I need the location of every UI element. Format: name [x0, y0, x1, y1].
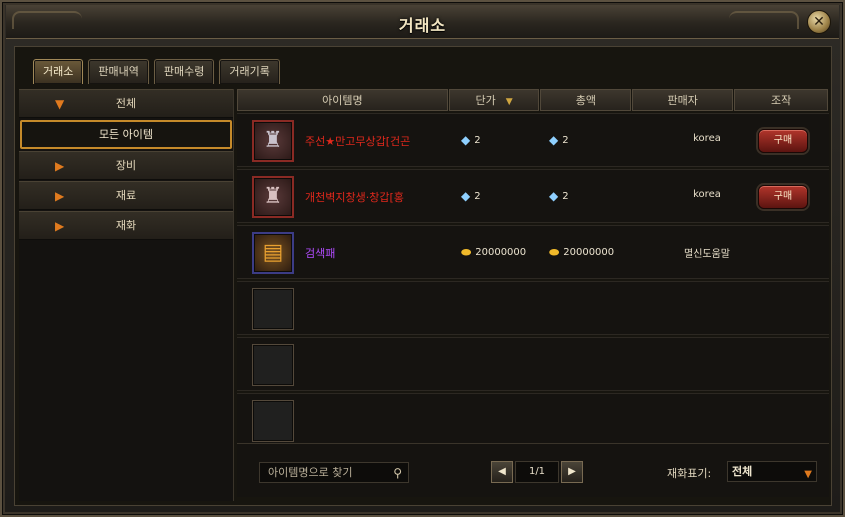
item-slot[interactable]: ▤	[252, 232, 294, 274]
item-slot[interactable]: ♜	[252, 120, 294, 162]
total-price: ◆ 2	[549, 133, 569, 147]
column-header-seller[interactable]: 판매자	[632, 89, 734, 111]
sidebar-item-label: 장비	[115, 159, 137, 172]
chevron-down-icon: ▼	[55, 97, 65, 111]
table-row-empty	[237, 281, 829, 335]
seller-name: korea	[693, 189, 721, 200]
unit-price-value: 2	[474, 134, 481, 146]
diamond-icon: ◆	[549, 189, 559, 203]
search-icon[interactable]: ⚲	[393, 464, 402, 483]
unit-price: ◆ 2	[461, 189, 481, 203]
unit-price: ◆ 2	[461, 133, 481, 147]
prev-page-button[interactable]: ◀	[491, 461, 513, 483]
column-header-unit-price[interactable]: 단가 ▼	[448, 89, 540, 111]
search-placeholder: 아이템명으로 찾기	[268, 466, 353, 479]
sidebar-item-equipment[interactable]: ▶ 장비	[19, 151, 233, 180]
seller-name: 멸신도움말	[684, 249, 730, 260]
table-row-empty	[237, 337, 829, 391]
diamond-icon: ◆	[549, 133, 559, 147]
close-button[interactable]: ✕	[807, 10, 831, 34]
seller-name: korea	[693, 133, 721, 144]
exchange-window: 거래소 ✕ 거래소 판매내역 판매수령 거래기록 ▼ 전체 모든 아이템 ▶ 장…	[0, 0, 845, 517]
table-row-empty	[237, 393, 829, 447]
search-input[interactable]: 아이템명으로 찾기 ⚲	[259, 462, 409, 483]
sidebar-item-label: 재화	[115, 219, 137, 232]
empty-item-slot	[252, 400, 294, 442]
window-title: 거래소	[398, 16, 447, 35]
gold-ingot-icon: ⬬	[461, 245, 472, 259]
table-row[interactable]: ▤ 검색패 ⬬ 20000000 ⬬ 20000000 멸신도움말	[237, 225, 829, 279]
gold-ingot-icon: ⬬	[549, 245, 560, 259]
item-name: 주선★만고무상갑[건곤	[305, 135, 411, 148]
empty-item-slot	[252, 344, 294, 386]
column-header-item-name[interactable]: 아이템명	[237, 89, 448, 111]
buy-button[interactable]: 구매	[758, 129, 808, 153]
item-table: 아이템명 단가 ▼ 총액 판매자 조작 ♜ 주선★만고무상갑[건곤 ◆ 2 ◆ 2 k…	[237, 89, 829, 447]
next-page-button[interactable]: ▶	[561, 461, 583, 483]
item-slot[interactable]: ♜	[252, 176, 294, 218]
item-name: 검색패	[305, 247, 336, 260]
scroll-icon: ▤	[262, 240, 284, 265]
tab-bar: 거래소 판매내역 판매수령 거래기록	[33, 59, 280, 84]
chevron-right-icon: ▶	[55, 189, 65, 203]
tab-sales-receipt[interactable]: 판매수령	[153, 59, 215, 84]
content-panel: 거래소 판매내역 판매수령 거래기록 ▼ 전체 모든 아이템 ▶ 장비 ▶ 재료…	[14, 46, 832, 506]
column-header-action: 조작	[734, 89, 828, 111]
tab-trade-log[interactable]: 거래기록	[219, 59, 280, 84]
unit-price-value: 2	[474, 190, 481, 202]
chevron-right-icon: ▶	[55, 159, 65, 173]
currency-filter-value: 전체	[732, 465, 753, 478]
total-price: ◆ 2	[549, 189, 569, 203]
tab-sales-history[interactable]: 판매내역	[88, 59, 149, 84]
table-header: 아이템명 단가 ▼ 총액 판매자 조작	[237, 89, 829, 111]
armor-icon: ♜	[263, 184, 283, 209]
close-icon: ✕	[813, 14, 825, 30]
tab-exchange[interactable]: 거래소	[33, 59, 84, 84]
chevron-down-icon: ▼	[804, 469, 812, 480]
sidebar-item-currency[interactable]: ▶ 재화	[19, 211, 233, 240]
item-name: 개천벽지창생·창갑[홍	[305, 191, 404, 204]
pagination: ◀ 1/1 ▶	[491, 461, 583, 483]
sidebar-item-all-items[interactable]: 모든 아이템	[20, 120, 232, 149]
sidebar-item-label: 전체	[115, 97, 137, 110]
empty-item-slot	[252, 288, 294, 330]
column-header-total[interactable]: 총액	[540, 89, 632, 111]
chevron-right-icon: ▶	[55, 219, 65, 233]
sidebar-item-all[interactable]: ▼ 전체	[19, 89, 233, 118]
buy-button[interactable]: 구매	[758, 185, 808, 209]
category-sidebar: ▼ 전체 모든 아이템 ▶ 장비 ▶ 재료 ▶ 재화	[19, 89, 234, 501]
diamond-icon: ◆	[461, 133, 471, 147]
unit-price: ⬬ 20000000	[461, 245, 526, 260]
table-row[interactable]: ♜ 개천벽지창생·창갑[홍 ◆ 2 ◆ 2 korea 구매	[237, 169, 829, 223]
total-price-value: 2	[562, 190, 569, 202]
unit-price-value: 20000000	[475, 247, 527, 258]
column-header-label: 단가	[475, 94, 496, 107]
total-price-value: 20000000	[563, 247, 615, 258]
armor-icon: ♜	[263, 128, 283, 153]
table-row[interactable]: ♜ 주선★만고무상갑[건곤 ◆ 2 ◆ 2 korea 구매	[237, 113, 829, 167]
sort-desc-icon: ▼	[505, 97, 513, 107]
currency-filter-select[interactable]: 전체 ▼	[727, 461, 817, 482]
diamond-icon: ◆	[461, 189, 471, 203]
total-price: ⬬ 20000000	[549, 245, 614, 260]
table-footer: 아이템명으로 찾기 ⚲ ◀ 1/1 ▶ 재화표기: 전체 ▼	[237, 443, 829, 497]
sidebar-item-materials[interactable]: ▶ 재료	[19, 181, 233, 210]
sidebar-item-label: 재료	[115, 189, 137, 202]
currency-filter-label: 재화표기:	[667, 467, 712, 480]
page-indicator: 1/1	[515, 461, 559, 483]
title-bar: 거래소 ✕	[6, 5, 839, 39]
total-price-value: 2	[562, 134, 569, 146]
